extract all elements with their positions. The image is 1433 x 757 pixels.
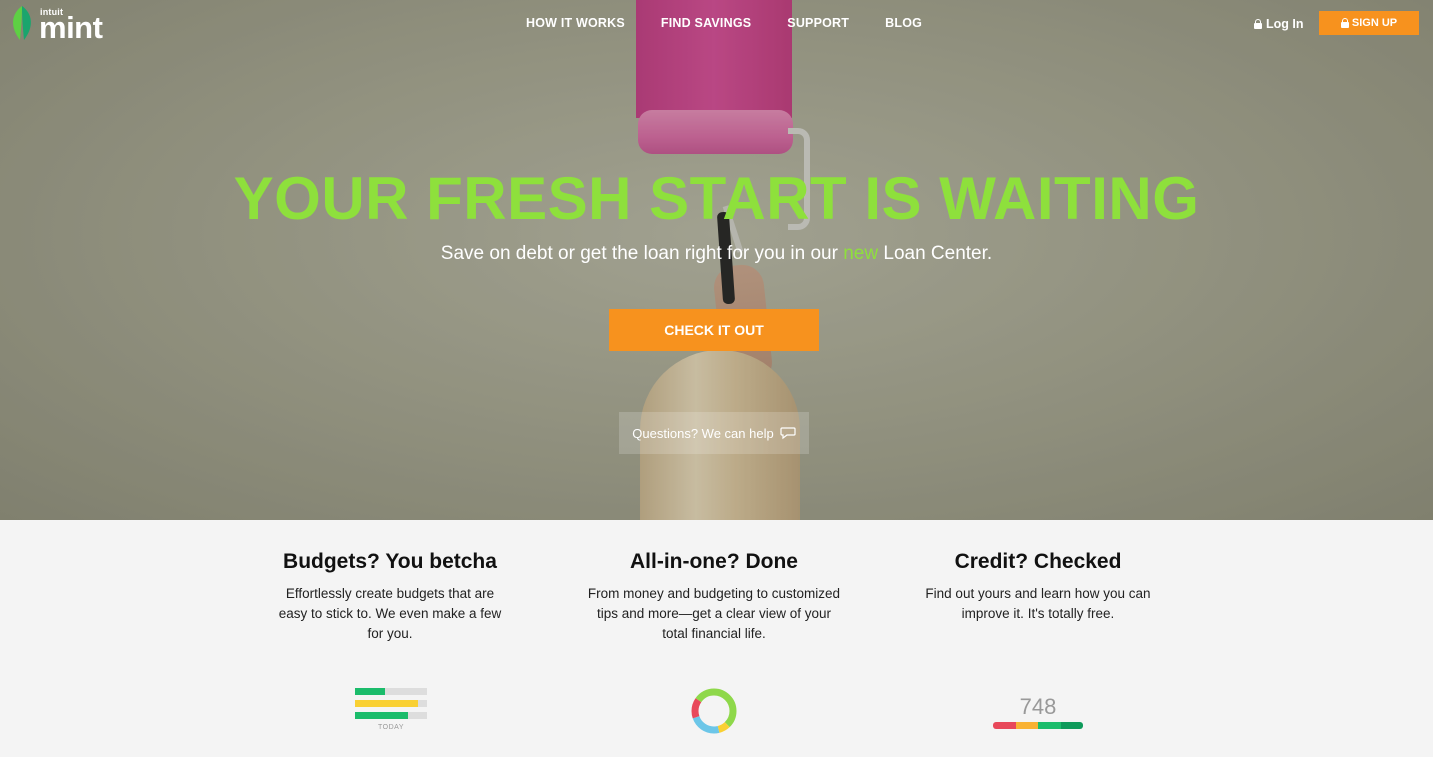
budget-bar	[355, 700, 427, 707]
score-segment	[993, 722, 1016, 729]
nav-find-savings[interactable]: FIND SAVINGS	[643, 16, 769, 30]
budget-caption: TODAY	[378, 724, 404, 731]
signup-button[interactable]: SIGN UP	[1319, 11, 1419, 35]
budget-bar-fill	[355, 712, 409, 719]
budget-bar-fill	[355, 688, 386, 695]
nav-how-it-works[interactable]: HOW IT WORKS	[508, 16, 643, 30]
chat-bubble-icon	[780, 427, 796, 440]
score-segment	[1038, 722, 1061, 729]
credit-score-illustration: 748	[993, 694, 1083, 729]
budget-bars-illustration: TODAY	[355, 688, 427, 731]
score-segment	[1015, 722, 1038, 729]
score-segment	[1060, 722, 1083, 729]
subline-text-end: Loan Center.	[878, 243, 993, 264]
signup-label: SIGN UP	[1351, 17, 1398, 29]
credit-score-bar	[993, 722, 1083, 729]
feature-budgets: Budgets? You betcha Effortlessly create …	[240, 550, 540, 644]
nav-blog[interactable]: BLOG	[867, 16, 940, 30]
subline-accent: new	[843, 243, 879, 264]
feature-body: From money and budgeting to customized t…	[587, 586, 841, 641]
subline-text: Save on debt or get the loan right for y…	[440, 243, 844, 264]
credit-score-value: 748	[1019, 694, 1057, 719]
help-chat-button[interactable]: Questions? We can help	[619, 412, 809, 454]
feature-credit: Credit? Checked Find out yours and learn…	[888, 550, 1188, 624]
feature-body: Effortlessly create budgets that are eas…	[278, 586, 502, 641]
mint-leaf-icon	[13, 6, 31, 40]
check-it-out-button[interactable]: CHECK IT OUT	[609, 309, 819, 351]
login-label: Log In	[1266, 17, 1304, 31]
hero-headline: YOUR FRESH START IS WAITING	[233, 165, 1200, 232]
feature-body: Find out yours and learn how you can imp…	[925, 586, 1151, 621]
hero-banner: intuit mint HOW IT WORKS FIND SAVINGS SU…	[0, 0, 1433, 520]
lock-icon	[1340, 18, 1349, 28]
donut-chart-icon	[691, 688, 737, 734]
login-link[interactable]: Log In	[1254, 17, 1304, 31]
nav-support[interactable]: SUPPORT	[769, 16, 867, 30]
budget-bar-fill	[355, 700, 419, 707]
lock-icon	[1254, 19, 1262, 29]
budget-bar	[355, 688, 427, 695]
mint-wordmark: mint	[39, 10, 103, 45]
hero-subline: Save on debt or get the loan right for y…	[0, 243, 1433, 265]
feature-title: All-in-one? Done	[630, 550, 798, 573]
main-nav: HOW IT WORKS FIND SAVINGS SUPPORT BLOG	[508, 16, 940, 30]
feature-title: Credit? Checked	[954, 550, 1122, 573]
feature-title: Budgets? You betcha	[283, 550, 497, 573]
feature-all-in-one: All-in-one? Done From money and budgetin…	[564, 550, 864, 644]
help-label: Questions? We can help	[632, 425, 774, 441]
budget-bar	[355, 712, 427, 719]
